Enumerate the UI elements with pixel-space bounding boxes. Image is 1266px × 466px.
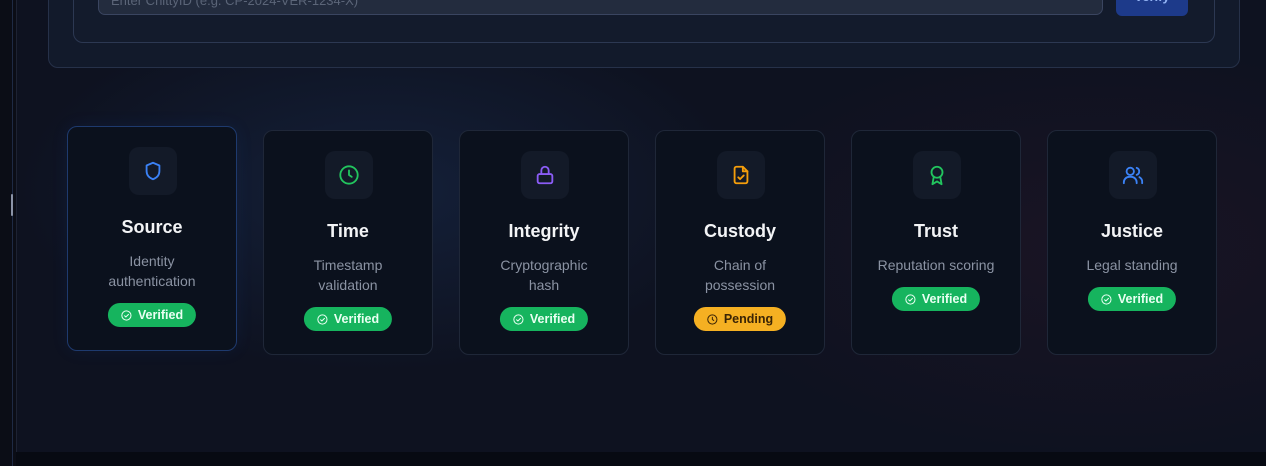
shield-icon <box>129 147 177 195</box>
card-description: Cryptographic hash <box>500 257 588 293</box>
status-label: Pending <box>723 312 774 326</box>
chittyid-input[interactable]: Enter ChittyID (e.g. CP-2024-VER-1234-X) <box>98 0 1103 15</box>
pillar-card-custody[interactable]: Custody Chain of possession Pending <box>655 130 825 355</box>
pillar-card-source[interactable]: Source Identity authentication Verified <box>67 126 237 351</box>
card-title: Source <box>121 217 183 237</box>
sidebar-divider <box>12 0 13 466</box>
check-circle-icon <box>317 313 328 325</box>
file-check-icon <box>717 151 765 199</box>
users-icon <box>1109 151 1157 199</box>
card-title: Justice <box>1100 221 1164 241</box>
check-circle-icon <box>121 309 132 321</box>
lock-icon <box>521 151 569 199</box>
card-title: Custody <box>704 221 776 241</box>
status-badge: Verified <box>1087 287 1177 311</box>
status-label: Verified <box>529 312 576 326</box>
pillar-card-integrity[interactable]: Integrity Cryptographic hash Verified <box>459 130 629 355</box>
award-icon <box>913 151 961 199</box>
check-circle-icon <box>905 293 916 305</box>
status-label: Verified <box>333 312 380 326</box>
status-label: Verified <box>1117 292 1164 306</box>
pillar-card-time[interactable]: Time Timestamp validation Verified <box>263 130 433 355</box>
card-description: Legal standing <box>1086 257 1178 273</box>
status-badge: Verified <box>499 307 589 331</box>
card-description: Chain of possession <box>704 257 776 293</box>
status-badge: Verified <box>891 287 981 311</box>
pillar-card-justice[interactable]: Justice Legal standing Verified <box>1047 130 1217 355</box>
status-label: Verified <box>137 308 184 322</box>
status-badge: Pending <box>693 307 787 331</box>
check-circle-icon <box>1101 293 1112 305</box>
left-sidebar-rail <box>0 0 17 466</box>
card-title: Integrity <box>508 221 580 241</box>
pillar-card-trust[interactable]: Trust Reputation scoring Verified <box>851 130 1021 355</box>
sidebar-resize-handle[interactable] <box>11 194 13 216</box>
clock-icon <box>325 151 373 199</box>
card-description: Reputation scoring <box>877 257 995 273</box>
status-badge: Verified <box>303 307 393 331</box>
status-label: Verified <box>921 292 968 306</box>
card-title: Time <box>327 221 369 241</box>
clock-icon <box>707 313 718 325</box>
card-description: Timestamp validation <box>313 257 383 293</box>
verify-button[interactable]: Verify <box>1116 0 1188 16</box>
bottom-bar <box>16 452 1266 466</box>
card-description: Identity authentication <box>108 253 196 289</box>
card-title: Trust <box>913 221 958 241</box>
check-circle-icon <box>513 313 524 325</box>
status-badge: Verified <box>107 303 197 327</box>
